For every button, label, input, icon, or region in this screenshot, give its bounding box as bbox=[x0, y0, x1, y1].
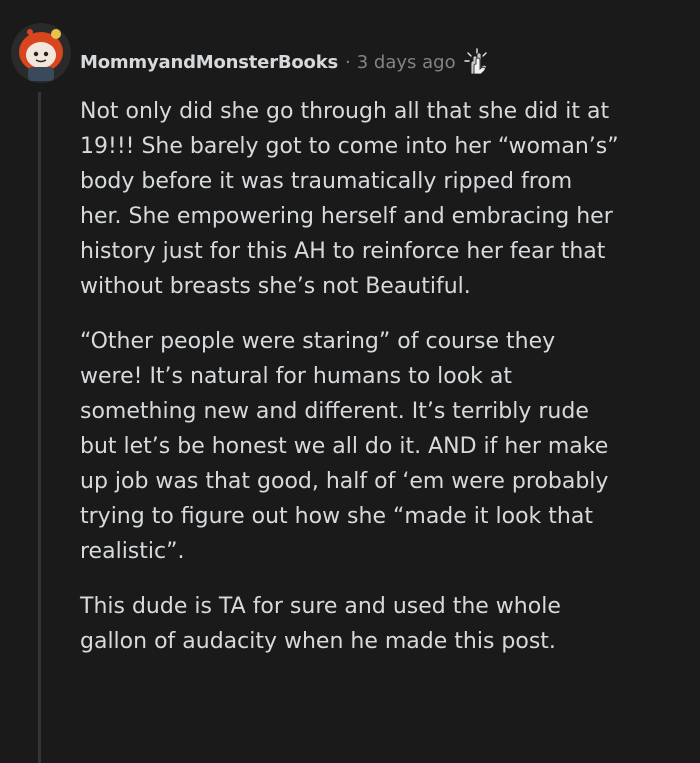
author-username[interactable]: MommyandMonsterBooks bbox=[80, 52, 338, 73]
comment-paragraph: Not only did she go through all that she… bbox=[80, 99, 619, 299]
comment-paragraph: This dude is TA for sure and used the wh… bbox=[80, 594, 561, 654]
thread-line[interactable] bbox=[38, 92, 41, 763]
comment-paragraph: “Other people were staring” of course th… bbox=[80, 329, 609, 564]
avatar[interactable] bbox=[10, 22, 72, 84]
comment-body: Not only did she go through all that she… bbox=[80, 94, 680, 679]
comment: MommyandMonsterBooks · 3 days ago Not on… bbox=[0, 0, 700, 763]
meta-separator: · bbox=[345, 51, 351, 73]
comment-timestamp[interactable]: 3 days ago bbox=[357, 52, 456, 73]
comment-header: MommyandMonsterBooks · 3 days ago bbox=[80, 44, 492, 80]
clapping-hands-award-icon[interactable] bbox=[462, 47, 492, 77]
